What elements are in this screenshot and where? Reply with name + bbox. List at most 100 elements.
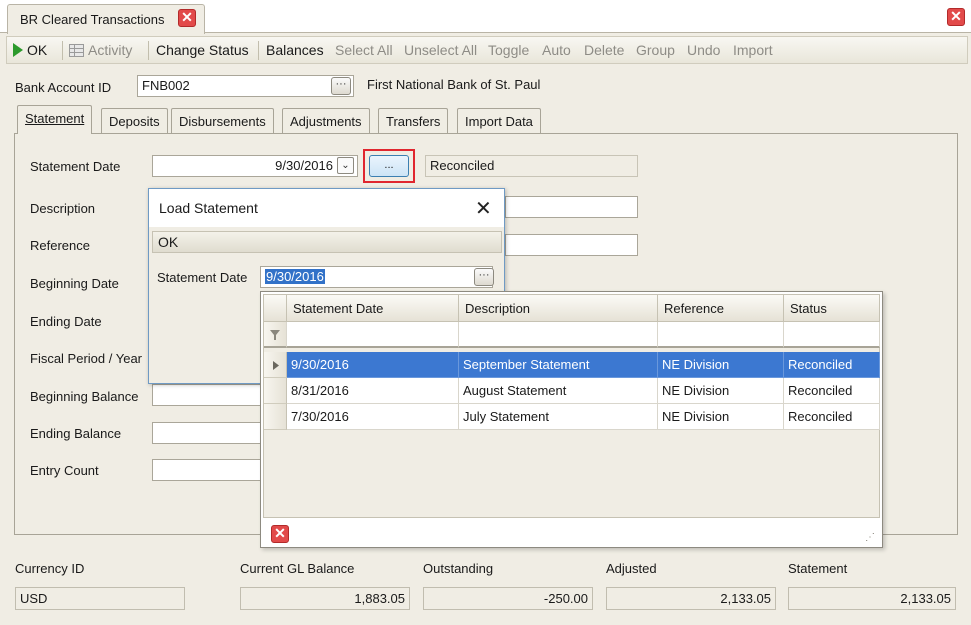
select-all-button[interactable]: Select All	[335, 42, 393, 58]
auto-button[interactable]: Auto	[542, 42, 571, 58]
ok-label: OK	[27, 42, 48, 58]
statement-lookup-button[interactable]: ...	[369, 155, 409, 177]
column-header-description[interactable]: Description	[459, 295, 658, 322]
ok-button[interactable]: OK	[13, 42, 47, 58]
cell-statement-date[interactable]: 8/31/2016	[287, 378, 459, 404]
cell-description[interactable]: August Statement	[459, 378, 658, 404]
bank-account-value: FNB002	[142, 78, 190, 93]
filter-icon	[270, 330, 280, 340]
gl-balance-label: Current GL Balance	[240, 561, 355, 576]
close-window-icon[interactable]: ✕	[947, 8, 965, 26]
balances-button[interactable]: Balances	[266, 42, 324, 58]
gl-balance-field: 1,883.05	[240, 587, 410, 610]
tab-br-cleared-transactions[interactable]: BR Cleared Transactions ✕	[7, 4, 205, 34]
status-field: Reconciled	[425, 155, 638, 177]
row-indicator	[264, 404, 287, 430]
grid-body: Statement Date Description Reference Sta…	[263, 294, 880, 518]
change-status-button[interactable]: Change Status	[156, 42, 249, 58]
play-icon	[13, 43, 23, 57]
statement-balance-value: 2,133.05	[900, 591, 951, 606]
toolbar: OK Activity Change Status Balances Selec…	[6, 36, 968, 64]
fiscal-period-label: Fiscal Period / Year	[30, 351, 143, 366]
resize-grip-icon[interactable]: ⋰	[865, 532, 875, 543]
chevron-down-icon[interactable]: ⌄	[337, 157, 354, 174]
bank-account-label: Bank Account ID	[15, 80, 112, 95]
cell-description[interactable]: July Statement	[459, 404, 658, 430]
unselect-all-button[interactable]: Unselect All	[404, 42, 477, 58]
cell-status[interactable]: Reconciled	[784, 404, 880, 430]
column-header-status[interactable]: Status	[784, 295, 880, 322]
dialog-title: Load Statement	[159, 200, 258, 216]
gl-balance-value: 1,883.05	[354, 591, 405, 606]
tab-transfers[interactable]: Transfers	[378, 108, 449, 134]
filter-cell-reference[interactable]	[658, 322, 784, 348]
activity-button[interactable]: Activity	[69, 42, 132, 58]
bank-name: First National Bank of St. Paul	[367, 77, 541, 92]
tab-disbursements[interactable]: Disbursements	[171, 108, 274, 134]
tab-import-data[interactable]: Import Data	[457, 108, 541, 134]
tab-deposits[interactable]: Deposits	[101, 108, 168, 134]
dialog-statement-date-label: Statement Date	[157, 270, 248, 285]
document-tab-strip: BR Cleared Transactions ✕ ✕	[0, 0, 971, 34]
column-header-reference[interactable]: Reference	[658, 295, 784, 322]
bank-account-lookup-button[interactable]: ···	[331, 77, 351, 95]
filter-cell-status[interactable]	[784, 322, 880, 348]
tab-disbursements-label: Disbursements	[179, 114, 266, 129]
adjusted-value: 2,133.05	[720, 591, 771, 606]
cell-reference[interactable]: NE Division	[658, 378, 784, 404]
dialog-statement-lookup-button[interactable]: ···	[474, 268, 494, 286]
ending-balance-label: Ending Balance	[30, 426, 122, 441]
bank-account-field[interactable]: FNB002	[137, 75, 354, 97]
cell-status[interactable]: Reconciled	[784, 352, 880, 378]
close-tab-icon[interactable]: ✕	[178, 9, 196, 27]
tab-transfers-label: Transfers	[386, 114, 441, 129]
description-field[interactable]	[505, 196, 638, 218]
toggle-button[interactable]: Toggle	[488, 42, 529, 58]
cell-status[interactable]: Reconciled	[784, 378, 880, 404]
outstanding-field: -250.00	[423, 587, 593, 610]
cell-statement-date[interactable]: 9/30/2016	[287, 352, 459, 378]
close-icon[interactable]: ✕	[475, 196, 492, 221]
statement-date-field[interactable]: 9/30/2016	[152, 155, 358, 177]
toolbar-separator	[258, 41, 259, 60]
filter-row-header	[264, 322, 287, 348]
toolbar-separator	[148, 41, 149, 60]
ending-date-label: Ending Date	[30, 314, 102, 329]
group-button[interactable]: Group	[636, 42, 675, 58]
table-icon	[69, 44, 84, 57]
description-label: Description	[30, 201, 96, 216]
undo-button[interactable]: Undo	[687, 42, 720, 58]
dialog-statement-date-value: 9/30/2016	[265, 269, 325, 284]
column-header-statement-date[interactable]: Statement Date	[287, 295, 459, 322]
filter-cell-statement-date[interactable]	[287, 322, 459, 348]
beginning-date-label: Beginning Date	[30, 276, 119, 291]
reference-field[interactable]	[505, 234, 638, 256]
close-grid-icon[interactable]: ✕	[271, 525, 289, 543]
import-button[interactable]: Import	[733, 42, 773, 58]
ending-balance-field[interactable]	[152, 422, 262, 444]
beginning-balance-label: Beginning Balance	[30, 389, 139, 404]
cell-statement-date[interactable]: 7/30/2016	[287, 404, 459, 430]
tab-statement[interactable]: Statement	[17, 105, 93, 134]
cell-description[interactable]: September Statement	[459, 352, 658, 378]
row-indicator	[264, 378, 287, 404]
outstanding-label: Outstanding	[423, 561, 494, 576]
tab-deposits-label: Deposits	[109, 114, 160, 129]
cell-reference[interactable]: NE Division	[658, 352, 784, 378]
tab-adjustments[interactable]: Adjustments	[282, 108, 370, 134]
statement-date-label: Statement Date	[30, 159, 121, 174]
filter-cell-description[interactable]	[459, 322, 658, 348]
dialog-ok-button[interactable]: OK	[152, 231, 502, 253]
activity-label: Activity	[88, 42, 133, 58]
tab-import-data-label: Import Data	[465, 114, 533, 129]
entry-count-field[interactable]	[152, 459, 262, 481]
cell-reference[interactable]: NE Division	[658, 404, 784, 430]
dialog-statement-date-field[interactable]: 9/30/2016	[260, 266, 493, 288]
currency-id-label: Currency ID	[15, 561, 85, 576]
beginning-balance-field[interactable]	[152, 384, 262, 406]
delete-button[interactable]: Delete	[584, 42, 624, 58]
row-pointer-icon	[273, 361, 279, 370]
tab-title: BR Cleared Transactions	[20, 12, 165, 27]
entry-count-label: Entry Count	[30, 463, 99, 478]
currency-id-value: USD	[20, 591, 48, 606]
